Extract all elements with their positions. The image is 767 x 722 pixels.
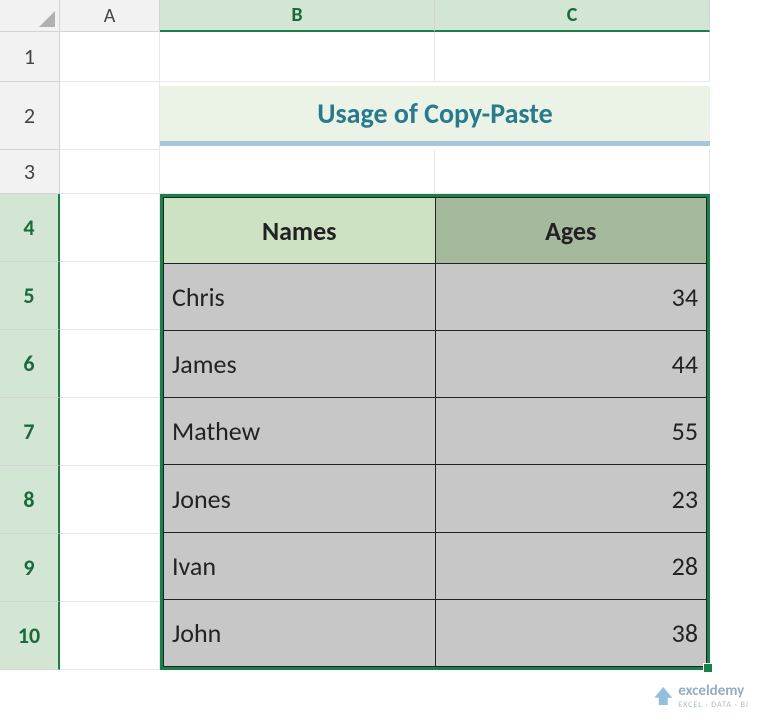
- cell-name[interactable]: James: [164, 331, 436, 398]
- cell-A4[interactable]: [60, 194, 160, 262]
- select-all-cell[interactable]: [0, 0, 60, 32]
- table-row: John 38: [164, 599, 707, 666]
- watermark-brand: exceldemy: [678, 682, 749, 700]
- row-header-3[interactable]: 3: [0, 150, 60, 194]
- table-row: James 44: [164, 331, 707, 398]
- title-cell[interactable]: Usage of Copy-Paste: [160, 86, 710, 146]
- table-header-row: Names Ages: [164, 198, 707, 264]
- cell-name[interactable]: John: [164, 599, 436, 666]
- watermark-sub: EXCEL · DATA · BI: [678, 700, 749, 710]
- col-header-C[interactable]: C: [435, 0, 710, 32]
- watermark: exceldemy EXCEL · DATA · BI: [654, 682, 749, 710]
- selected-range[interactable]: Names Ages Chris 34 James 44 Mathew 55: [160, 194, 710, 670]
- cell-age[interactable]: 55: [435, 398, 707, 465]
- watermark-logo-icon: [654, 687, 672, 705]
- cell-B3[interactable]: [160, 150, 435, 194]
- row-header-6[interactable]: 6: [0, 330, 60, 398]
- cell-A1[interactable]: [60, 32, 160, 82]
- cell-name[interactable]: Chris: [164, 264, 436, 331]
- row-header-9[interactable]: 9: [0, 534, 60, 602]
- row-header-5[interactable]: 5: [0, 262, 60, 330]
- cell-A8[interactable]: [60, 466, 160, 534]
- table-row: Jones 23: [164, 465, 707, 532]
- cell-A10[interactable]: [60, 602, 160, 670]
- cell-age[interactable]: 34: [435, 264, 707, 331]
- cell-age[interactable]: 44: [435, 331, 707, 398]
- cell-C1[interactable]: [435, 32, 710, 82]
- cell-C3[interactable]: [435, 150, 710, 194]
- table-row: Chris 34: [164, 264, 707, 331]
- cell-age[interactable]: 23: [435, 465, 707, 532]
- cell-A2[interactable]: [60, 82, 160, 150]
- col-header-B[interactable]: B: [160, 0, 435, 32]
- cell-age[interactable]: 28: [435, 532, 707, 599]
- table-row: Mathew 55: [164, 398, 707, 465]
- cell-A3[interactable]: [60, 150, 160, 194]
- row-header-7[interactable]: 7: [0, 398, 60, 466]
- row-header-1[interactable]: 1: [0, 32, 60, 82]
- table-row: Ivan 28: [164, 532, 707, 599]
- row-header-8[interactable]: 8: [0, 466, 60, 534]
- cell-name[interactable]: Mathew: [164, 398, 436, 465]
- row-header-2[interactable]: 2: [0, 82, 60, 150]
- spreadsheet-grid: A B C 1 2 Usage of Copy-Paste 3 4 Names …: [0, 0, 767, 670]
- cell-name[interactable]: Jones: [164, 465, 436, 532]
- cell-A7[interactable]: [60, 398, 160, 466]
- cell-A9[interactable]: [60, 534, 160, 602]
- cell-B1[interactable]: [160, 32, 435, 82]
- data-table: Names Ages Chris 34 James 44 Mathew 55: [163, 197, 707, 667]
- cell-A5[interactable]: [60, 262, 160, 330]
- cell-A6[interactable]: [60, 330, 160, 398]
- col-header-A[interactable]: A: [60, 0, 160, 32]
- row-header-10[interactable]: 10: [0, 602, 60, 670]
- cell-age[interactable]: 38: [435, 599, 707, 666]
- selection-handle[interactable]: [703, 663, 713, 673]
- header-ages[interactable]: Ages: [435, 198, 707, 264]
- row-header-4[interactable]: 4: [0, 194, 60, 262]
- header-names[interactable]: Names: [164, 198, 436, 264]
- cell-name[interactable]: Ivan: [164, 532, 436, 599]
